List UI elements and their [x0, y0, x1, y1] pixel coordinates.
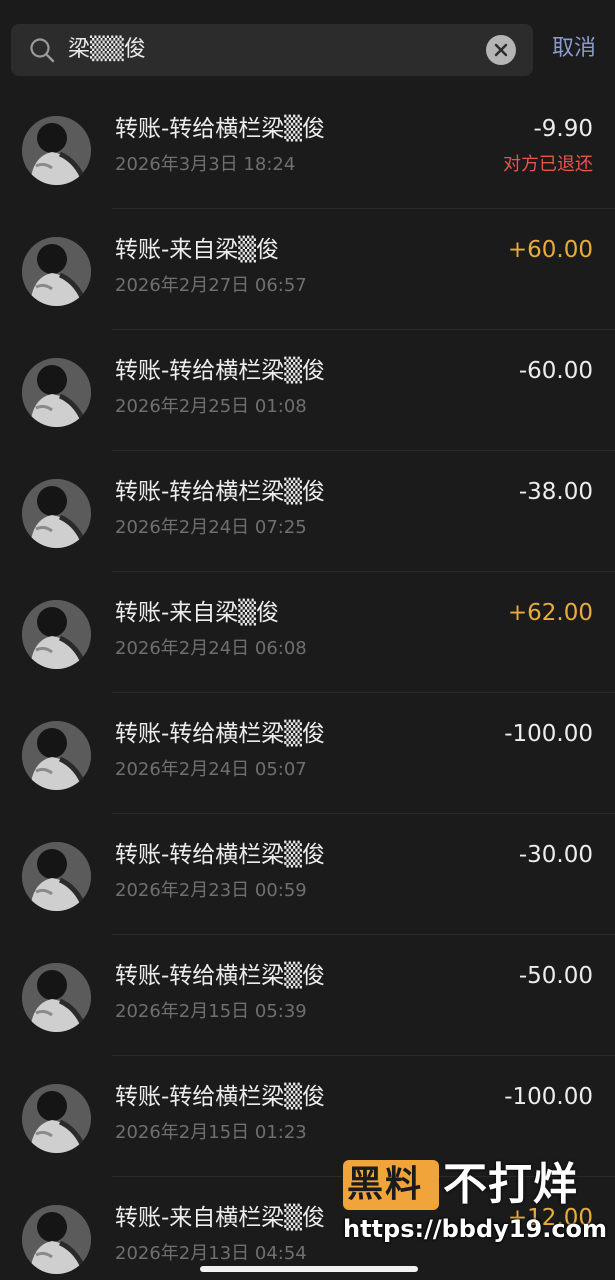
transaction-amount: -9.90: [533, 116, 593, 142]
transaction-amount: +62.00: [507, 600, 593, 626]
transaction-row[interactable]: 转账-来自梁▒俊 2026年2月27日 06:57 +60.00: [0, 209, 615, 330]
watermark-logo-text: 黑料: [347, 1164, 424, 1205]
transaction-title: 转账-转给横栏梁▒俊: [115, 842, 325, 868]
watermark-logo: 黑料: [343, 1160, 439, 1210]
transaction-time: 2026年2月24日 05:07: [115, 759, 307, 780]
avatar: [22, 237, 91, 306]
transaction-row[interactable]: 转账-转给横栏梁▒俊 2026年2月25日 01:08 -60.00: [0, 330, 615, 451]
avatar: [22, 842, 91, 911]
transaction-title: 转账-来自梁▒俊: [115, 600, 279, 626]
transaction-time: 2026年2月15日 05:39: [115, 1001, 307, 1022]
transaction-time: 2026年2月15日 01:23: [115, 1122, 307, 1143]
transaction-row[interactable]: 转账-转给横栏梁▒俊 2026年2月24日 07:25 -38.00: [0, 451, 615, 572]
transaction-time: 2026年2月23日 00:59: [115, 880, 307, 901]
avatar: [22, 116, 91, 185]
cancel-button[interactable]: 取消: [552, 34, 596, 64]
transaction-title: 转账-来自横栏梁▒俊: [115, 1205, 325, 1231]
transaction-row[interactable]: 转账-转给横栏梁▒俊 2026年2月23日 00:59 -30.00: [0, 814, 615, 935]
transaction-row[interactable]: 转账-转给横栏梁▒俊 2026年2月24日 05:07 -100.00: [0, 693, 615, 814]
avatar: [22, 1084, 91, 1153]
transaction-title: 转账-转给横栏梁▒俊: [115, 963, 325, 989]
transaction-list: 转账-转给横栏梁▒俊 2026年3月3日 18:24 -9.90 对方已退还转账-来自…: [0, 88, 615, 1280]
transaction-time: 2026年2月13日 04:54: [115, 1243, 307, 1264]
search-input[interactable]: 梁▒▒俊: [11, 24, 533, 76]
avatar: [22, 479, 91, 548]
watermark: 黑料 不打烊 https://bbdy19.com: [343, 1158, 608, 1248]
transaction-amount: +60.00: [507, 237, 593, 263]
transaction-time: 2026年3月3日 18:24: [115, 154, 296, 175]
transaction-amount: -60.00: [518, 358, 593, 384]
transaction-row[interactable]: 转账-来自梁▒俊 2026年2月24日 06:08 +62.00: [0, 572, 615, 693]
transaction-row[interactable]: 转账-转给横栏梁▒俊 2026年3月3日 18:24 -9.90 对方已退还: [0, 88, 615, 209]
transaction-title: 转账-转给横栏梁▒俊: [115, 479, 325, 505]
transaction-amount: -38.00: [518, 479, 593, 505]
transaction-title: 转账-转给横栏梁▒俊: [115, 1084, 325, 1110]
watermark-name: 不打烊: [443, 1159, 578, 1210]
search-header: 梁▒▒俊 取消: [0, 0, 615, 88]
transaction-amount: -100.00: [504, 721, 593, 747]
transaction-time: 2026年2月24日 07:25: [115, 517, 307, 538]
avatar: [22, 1205, 91, 1274]
transaction-amount: -30.00: [518, 842, 593, 868]
watermark-url: https://bbdy19.com: [343, 1215, 608, 1243]
transaction-amount: -100.00: [504, 1084, 593, 1110]
avatar: [22, 358, 91, 427]
avatar: [22, 963, 91, 1032]
avatar: [22, 721, 91, 790]
home-indicator[interactable]: [200, 1266, 418, 1272]
search-icon: [30, 38, 55, 63]
avatar: [22, 600, 91, 669]
transaction-title: 转账-转给横栏梁▒俊: [115, 116, 325, 142]
transaction-search-screen: 梁▒▒俊 取消 转账-转给横栏梁▒俊 2026年3月3日 18:24 -9.90 对方…: [0, 0, 615, 1280]
transaction-title: 转账-转给横栏梁▒俊: [115, 721, 325, 747]
transaction-amount: -50.00: [518, 963, 593, 989]
transaction-time: 2026年2月24日 06:08: [115, 638, 307, 659]
transaction-time: 2026年2月25日 01:08: [115, 396, 307, 417]
transaction-title: 转账-来自梁▒俊: [115, 237, 279, 263]
transaction-title: 转账-转给横栏梁▒俊: [115, 358, 325, 384]
clear-icon[interactable]: [486, 35, 516, 65]
transaction-time: 2026年2月27日 06:57: [115, 275, 307, 296]
search-query[interactable]: 梁▒▒俊: [68, 36, 146, 64]
transaction-row[interactable]: 转账-转给横栏梁▒俊 2026年2月15日 05:39 -50.00: [0, 935, 615, 1056]
transaction-status: 对方已退还: [503, 154, 593, 175]
